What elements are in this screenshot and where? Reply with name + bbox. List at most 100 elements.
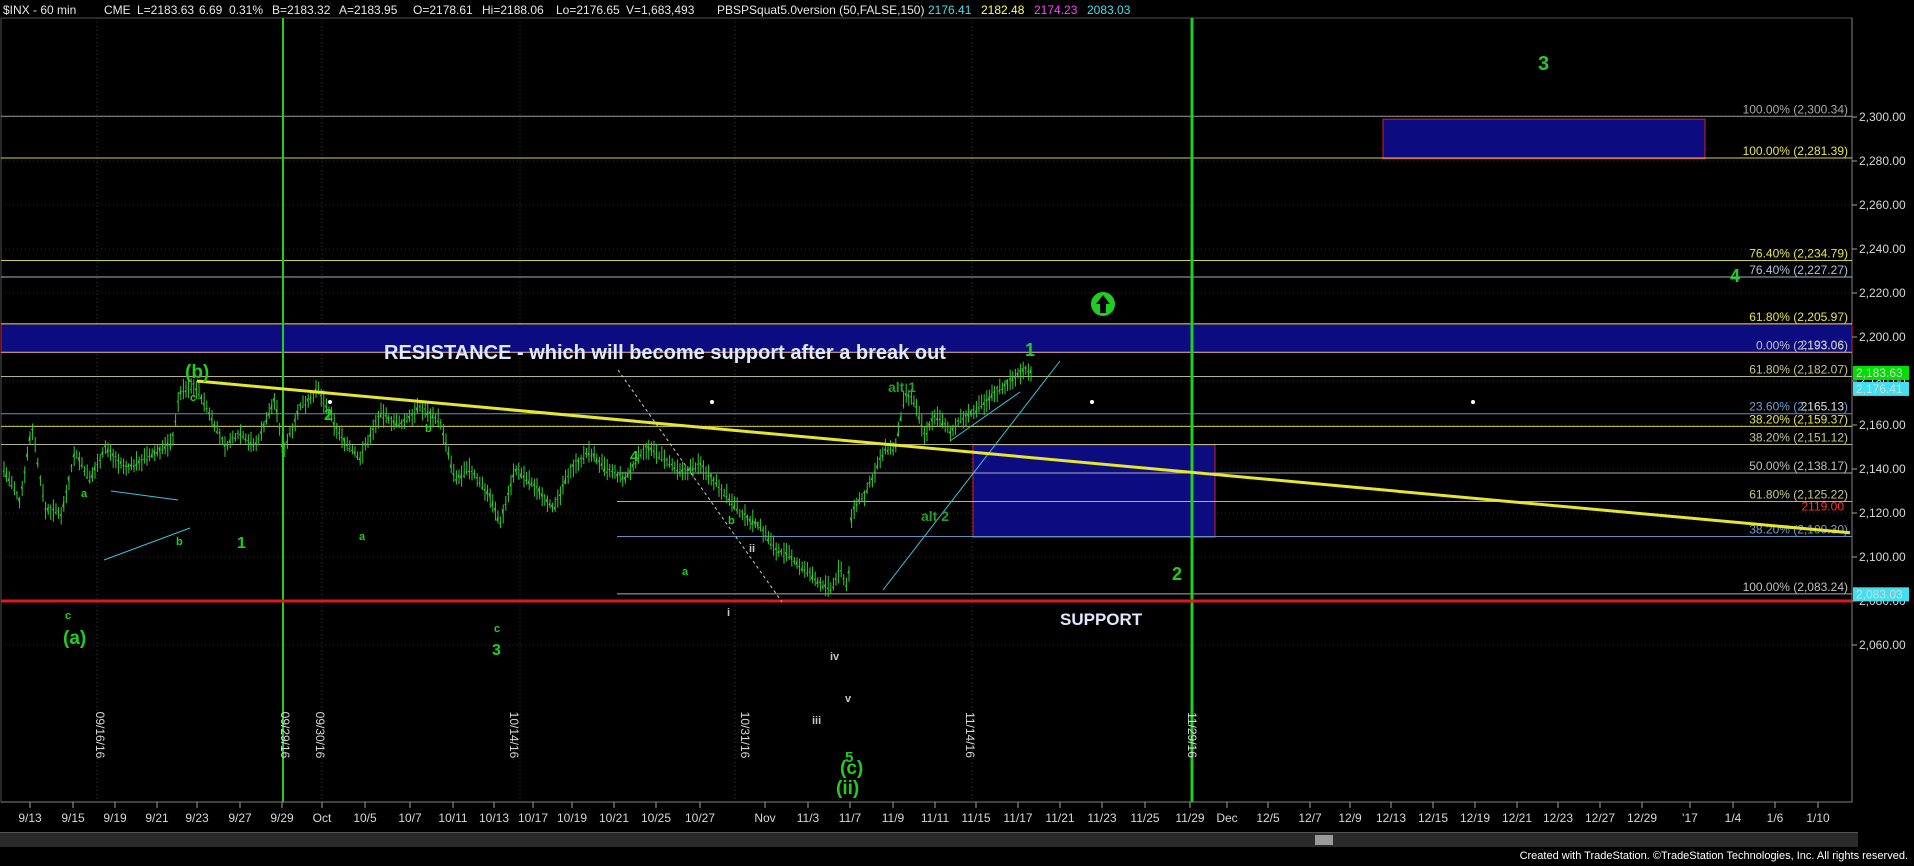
x-tick-label: 10/13: [479, 811, 509, 825]
candles-layer: [2, 361, 1032, 597]
wave-labels-small: a b c a b c a b c i ii iii iv v alt 1 al…: [65, 379, 949, 727]
price-bar-tick: [2, 470, 5, 472]
resistance-zone-label: RESISTANCE - which will become support a…: [384, 342, 946, 364]
price-bar-tick: [64, 491, 67, 493]
triangle-upper-line: [110, 490, 179, 501]
header-bid: B=2183.32: [272, 3, 331, 17]
x-tick-label: 12/21: [1502, 811, 1532, 825]
x-tick-label: 1/10: [1806, 811, 1830, 825]
x-tick-label: 11/29: [1175, 811, 1204, 825]
x-tick-label: 12/15: [1418, 811, 1448, 825]
scrollbar-thumb[interactable]: [1315, 835, 1333, 845]
price-bar-tick: [717, 486, 720, 488]
x-tick-label: 12/29: [1627, 811, 1657, 825]
x-tick-label: 9/27: [228, 811, 252, 825]
wave-label-small: a: [359, 531, 366, 543]
x-tick-label: '17: [1682, 811, 1698, 825]
x-tick-label: 10/25: [641, 811, 671, 825]
fib-label: 100.00% (2,083.24): [1743, 580, 1848, 594]
vertical-date-label: 10/31/16: [738, 712, 752, 759]
x-tick-label: 10/21: [599, 811, 629, 825]
header-indicator-value: 2176.41: [928, 3, 972, 17]
footer-copyright: Created with TradeStation. ©TradeStation…: [1519, 850, 1908, 862]
x-tick-label: Nov: [754, 811, 775, 825]
price-bar-tick: [33, 443, 36, 446]
header-open: O=2178.61: [413, 3, 473, 17]
wave-label-small: i: [727, 607, 730, 619]
price-bar-tick: [605, 471, 608, 474]
y-tick-label: 2,200.00: [1859, 330, 1906, 344]
x-tick-label: 11/9: [882, 811, 905, 825]
x-tick-label: 1/6: [1767, 811, 1784, 825]
x-tick-label: 9/13: [18, 811, 42, 825]
wave-label-small: iv: [830, 651, 840, 663]
vertical-date-label: 11/14/16: [963, 712, 977, 758]
price-bar-tick: [148, 455, 150, 458]
x-tick-label: 9/21: [145, 811, 169, 825]
y-tick-label: 2,160.00: [1859, 418, 1906, 432]
price-bar-tick: [218, 432, 221, 434]
y-tick-label: 2,060.00: [1859, 638, 1906, 652]
wave-label: (a): [63, 628, 86, 649]
x-tick-label: 11/21: [1045, 811, 1074, 825]
fib-label: 100.00% (2,281.39): [1743, 144, 1848, 158]
price-bar-tick: [348, 448, 350, 450]
x-tick-label: 9/23: [185, 811, 209, 825]
header-ask: A=2183.95: [339, 3, 398, 17]
y-tick-label: 2,240.00: [1859, 242, 1906, 256]
x-tick-label: 12/9: [1338, 811, 1362, 825]
chart-window: $INX - 60 min CME L=2183.63 6.69 0.31% B…: [0, 0, 1914, 866]
target-zone: [1382, 118, 1706, 160]
wave-label: 1: [1025, 340, 1035, 360]
x-tick-label: 11/23: [1087, 811, 1116, 825]
header-exchange: CME: [104, 3, 131, 17]
horizontal-scrollbar[interactable]: [0, 832, 1858, 847]
price-bar-tick: [517, 468, 519, 471]
price-annotation: 2119.00: [1802, 499, 1845, 513]
price-annotation: 2193.06: [1801, 338, 1845, 352]
vertical-date-label: 11/29/16: [1185, 712, 1199, 758]
wave-label-small: iii: [812, 715, 821, 727]
x-tick-label: 10/19: [557, 811, 587, 825]
price-tag-label: 2,083.03: [1856, 587, 1903, 601]
x-tick-label: 10/7: [398, 811, 422, 825]
price-bar-tick: [96, 463, 98, 466]
x-tick-label: 12/27: [1585, 811, 1615, 825]
price-bar-tick: [340, 436, 343, 439]
x-tick-label: 10/11: [438, 811, 467, 825]
wave-label-small: b: [425, 423, 432, 435]
wave-label: 3: [492, 642, 501, 659]
price-bar-tick: [504, 503, 507, 506]
price-bar-tick: [860, 498, 863, 500]
y-tick-label: 2,140.00: [1859, 462, 1906, 476]
vertical-date-labels: 09/16/16 09/29/16 09/30/16 10/14/16 10/31/16…: [93, 712, 1199, 759]
dashed-trend-line: [617, 369, 783, 603]
x-tick-label: 9/15: [61, 811, 85, 825]
support-zone: [972, 444, 1216, 538]
price-bar-tick: [145, 459, 148, 461]
header-change-pct: 0.31%: [229, 3, 263, 17]
x-tick-label: 12/13: [1376, 811, 1406, 825]
header-volume: V=1,683,493: [626, 3, 695, 17]
wave-label-small: c: [494, 623, 500, 635]
wave-label-small: alt 2: [921, 508, 949, 524]
x-tick-label: 11/7: [839, 811, 862, 825]
price-bar-tick: [826, 587, 829, 590]
wave-label: 2: [1172, 564, 1182, 584]
wave-label-small: alt 1: [888, 379, 916, 395]
zones-layer: [0, 118, 1853, 538]
price-tags: 2,183.63 2,176.41 2,083.03: [1853, 366, 1909, 602]
x-tick-label: 10/5: [353, 811, 377, 825]
y-tick-label: 2,120.00: [1859, 506, 1906, 520]
y-tick-label: 2,300.00: [1859, 110, 1906, 124]
price-bar-tick: [610, 470, 613, 473]
price-bar-tick: [787, 556, 790, 559]
up-arrow-icon: [1091, 292, 1115, 316]
header-high: Hi=2188.06: [482, 3, 544, 17]
wave-label: 2: [324, 407, 333, 424]
x-tick-label: 10/27: [685, 811, 715, 825]
price-bar-tick: [668, 463, 670, 466]
price-tag-label: 2,176.41: [1856, 382, 1903, 396]
price-chart[interactable]: $INX - 60 min CME L=2183.63 6.69 0.31% B…: [0, 0, 1914, 866]
y-tick-label: 2,100.00: [1859, 550, 1906, 564]
